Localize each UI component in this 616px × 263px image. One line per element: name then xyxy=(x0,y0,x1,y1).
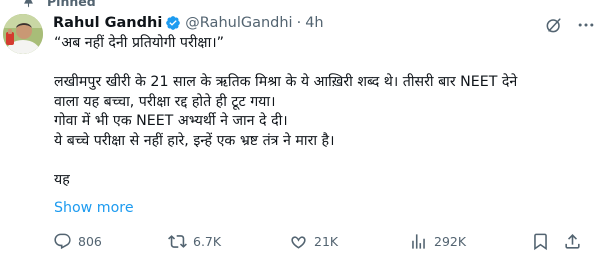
pin-icon xyxy=(22,0,35,8)
reply-icon xyxy=(54,233,71,249)
views-button[interactable]: 292K xyxy=(409,230,466,252)
tweet-line: ये बच्चे परीक्षा से नहीं हारे, इन्हें एक… xyxy=(54,132,335,149)
repost-count: 6.7K xyxy=(193,233,222,249)
pinned-label: Pinned xyxy=(47,0,96,9)
verified-badge-icon[interactable] xyxy=(165,15,181,31)
bookmark-button[interactable] xyxy=(531,230,550,252)
views-count: 292K xyxy=(434,233,467,249)
tweet-line: वाला यह बच्चा, परीक्षा रद्द होते ही टूट … xyxy=(54,93,276,110)
author-name[interactable]: Rahul Gandhi xyxy=(53,15,162,31)
tweet-line: “अब नहीं देनी प्रतियोगी परीक्षा।” xyxy=(54,35,225,51)
avatar[interactable] xyxy=(3,14,43,54)
tweet-line: लखीमपुर खीरी के 21 साल के ऋतिक मिश्रा के… xyxy=(54,74,518,90)
more-options-icon[interactable] xyxy=(576,15,596,35)
tweet-timestamp[interactable]: 4h xyxy=(305,15,323,31)
header-separator: · xyxy=(296,15,302,31)
pinned-indicator: Pinned xyxy=(22,0,96,9)
heart-icon xyxy=(291,235,306,249)
repost-button[interactable]: 6.7K xyxy=(168,230,221,252)
share-icon xyxy=(565,233,580,249)
author-handle[interactable]: @RahulGandhi xyxy=(185,15,292,31)
tweet-actions: 806 6.7K 21K 292K xyxy=(53,230,593,252)
tweet-line: गोवा में भी एक NEET अभ्यर्थी ने जान दे द… xyxy=(54,113,288,129)
tweet-line: यह xyxy=(54,171,70,188)
grok-icon[interactable] xyxy=(544,15,564,35)
bookmark-icon xyxy=(534,233,547,250)
tweet-text: “अब नहीं देनी प्रतियोगी परीक्षा।” लखीमपु… xyxy=(54,34,602,190)
tweet-card[interactable]: Pinned Rahul Gandhi @RahulGandhi · 4h “अ… xyxy=(0,0,616,263)
tweet-header: Rahul Gandhi @RahulGandhi · 4h xyxy=(53,13,324,33)
like-count: 21K xyxy=(314,233,339,249)
show-more-link[interactable]: Show more xyxy=(54,198,134,218)
share-button[interactable] xyxy=(563,230,582,252)
reply-button[interactable]: 806 xyxy=(53,230,102,252)
views-chart-icon xyxy=(412,233,425,249)
repost-icon xyxy=(168,234,187,248)
reply-count: 806 xyxy=(78,233,102,249)
like-button[interactable]: 21K xyxy=(289,230,338,252)
